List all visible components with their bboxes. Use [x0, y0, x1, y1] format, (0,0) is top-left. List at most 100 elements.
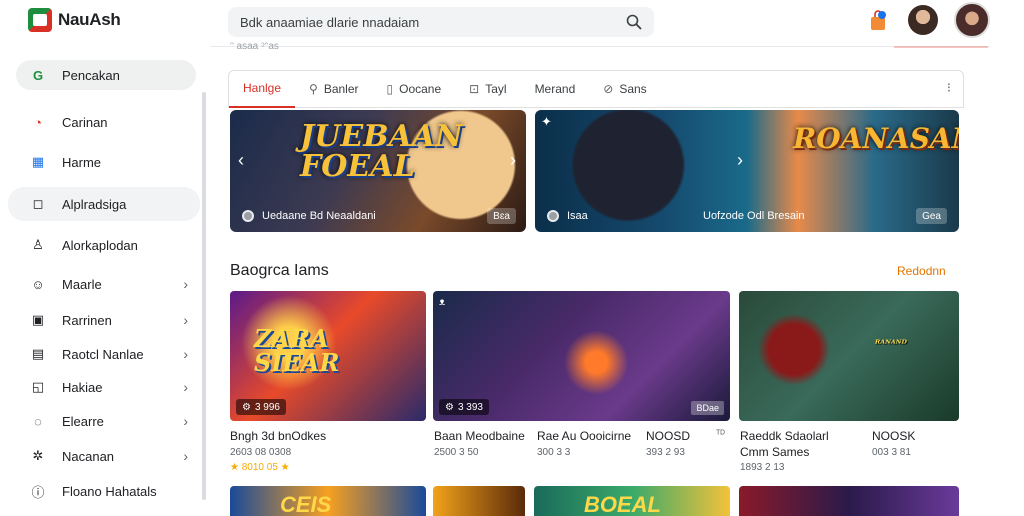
gear-icon: ⚙	[242, 401, 251, 413]
chart-icon: ◱	[31, 379, 45, 394]
card-badge: BDae	[691, 401, 724, 415]
featured-banner[interactable]: JUEBAAN FOEAL ‹ › Uedaane Bd Neaaldani B…	[230, 110, 526, 232]
gear-icon: ✲	[32, 448, 44, 463]
top-bar: NauAsh Bdk anaamiae dlarie nnadaiam	[0, 0, 1024, 46]
sidebar-item-hakiae[interactable]: ◱ Hakiae ›	[16, 372, 196, 402]
tab-merand[interactable]: Merand	[521, 70, 590, 108]
game-card[interactable]: ᴿᴬᴺᴬᴺᴰ	[739, 291, 959, 421]
box-icon: ⊡	[469, 82, 480, 96]
dot-icon	[242, 210, 254, 222]
breadcrumb: ᵔ asaa ᵓᵔas	[230, 41, 279, 52]
sidebar-item-maarle[interactable]: ☺ Maarle ›	[16, 269, 196, 299]
search-input[interactable]: Bdk anaamiae dlarie nnadaiam	[240, 15, 626, 30]
image-icon: ▣	[31, 312, 45, 327]
banner-title: JUEBAAN FOEAL	[300, 122, 463, 182]
card-title[interactable]: Rae Au Oooicirne	[537, 429, 631, 443]
search-icon: ⚲	[309, 82, 318, 96]
tab-label: Tayl	[485, 82, 507, 96]
tab-banler[interactable]: ⚲ Banler	[295, 70, 372, 108]
search-icon[interactable]	[626, 14, 642, 30]
card-title[interactable]: NOOSK	[872, 429, 915, 443]
see-more-link[interactable]: Redodnn	[897, 264, 946, 278]
tab-label: Banler	[323, 82, 359, 96]
sidebar-item-label: Nacanan	[62, 448, 115, 464]
sidebar-item-raotcl-nanlae[interactable]: ▤ Raotcl Nanlae ›	[16, 339, 196, 369]
gear-icon: ⚙	[445, 401, 454, 413]
card-tag-text: 3 393	[457, 401, 483, 413]
person-icon: ♙	[32, 237, 44, 252]
message-icon: ◻	[32, 196, 44, 211]
sidebar-item-alplradsiga[interactable]: ◻ Alplradsiga	[8, 187, 200, 221]
calendar-icon: ▤	[31, 346, 45, 361]
divider-accent	[894, 46, 988, 48]
chevron-left-icon[interactable]: ‹	[238, 150, 244, 171]
banner-title: ROANASAN	[793, 122, 959, 155]
app-name: NauAsh	[58, 10, 121, 29]
cart-badge	[878, 11, 886, 19]
globe-icon: ◌	[34, 413, 42, 429]
card-subtitle: 003 3 81	[872, 447, 911, 458]
chevron-right-icon[interactable]: ›	[183, 379, 188, 395]
sidebar-item-elearre[interactable]: ◌ Elearre ›	[16, 406, 196, 436]
chevron-right-icon[interactable]: ›	[183, 312, 188, 328]
game-card[interactable]: ZARA SIEAR ⚙ 3 996	[230, 291, 426, 421]
section-title: Baogrca Iams	[230, 262, 329, 279]
card-subtitle: 300 3 3	[537, 447, 571, 458]
tab-tayl[interactable]: ⊡ Tayl	[455, 70, 520, 108]
sidebar-item-nacanan[interactable]: ✲ Nacanan ›	[16, 441, 196, 471]
sidebar-item-floano-hahatals[interactable]: ⓘ Floano Hahatals	[16, 476, 196, 506]
banner-title-line2: FOEAL	[300, 149, 415, 184]
divider	[210, 46, 990, 47]
apps-icon: ▦	[31, 154, 45, 169]
chevron-right-icon[interactable]: ›	[183, 448, 188, 464]
card-title[interactable]: Raeddk Sdaolarl	[740, 429, 829, 443]
banner-caption-text: Uedaane Bd Neaaldani	[262, 210, 376, 222]
sidebar-item-harme[interactable]: ▦ Harme	[16, 147, 196, 177]
card-subtitle: 2500 3 50	[434, 447, 479, 458]
more-options-icon[interactable]: ⁝	[947, 80, 951, 96]
sidebar-item-label: Alplradsiga	[62, 196, 127, 212]
chevron-right-icon[interactable]: ›	[737, 150, 743, 171]
banner-badge: Gea	[916, 208, 947, 224]
banner-caption-text: Isaa	[567, 210, 588, 222]
card-art-line2: SIEAR	[254, 348, 340, 377]
game-card[interactable]: ᴥ ⚙ 3 393 BDae	[433, 291, 730, 421]
card-art-title: ZARA SIEAR	[254, 327, 339, 375]
dot-icon	[547, 210, 559, 222]
sidebar-item-label: Floano Hahatals	[62, 483, 157, 499]
card-top-label: ᴥ	[439, 297, 446, 308]
card-subtitle: 2603 08 0308	[230, 447, 292, 458]
sidebar-scrollbar[interactable]	[202, 92, 206, 500]
chevron-right-icon[interactable]: ›	[183, 346, 188, 362]
featured-banner[interactable]: ✦ › ROANASAN Isaa Uofzode Odl Bresain Ge…	[535, 110, 959, 232]
tab-label: Oocane	[399, 82, 442, 96]
chevron-right-icon[interactable]: ›	[183, 276, 188, 292]
sidebar-item-label: Harme	[62, 154, 102, 170]
chevron-right-icon[interactable]: ›	[510, 150, 516, 171]
card-subtitle: 393 2 93	[646, 447, 685, 458]
card-tag: ⚙ 3 393	[439, 399, 489, 415]
face-icon: ☺	[31, 276, 45, 292]
tab-label: Hanlge	[243, 81, 282, 95]
sidebar-item-carinan[interactable]: ◔ Carinan	[16, 107, 196, 137]
search-bar[interactable]: Bdk anaamiae dlarie nnadaiam	[228, 7, 654, 37]
sidebar-item-rarrinen[interactable]: ▣ Rarrinen ›	[16, 305, 196, 335]
tab-sans[interactable]: ⊘ Sans	[589, 70, 660, 108]
tab-hanlge[interactable]: Hanlge	[229, 70, 296, 108]
card-title[interactable]: NOOSD	[646, 429, 690, 443]
sidebar-item-label: Elearre	[62, 413, 104, 429]
sidebar-item-alorkaplodan[interactable]: ♙ Alorkaplodan	[16, 230, 196, 260]
tab-bar: Hanlge ⚲ Banler ▯ Oocane ⊡ Tayl Merand ⊘…	[228, 70, 964, 108]
profile-avatar[interactable]	[954, 2, 990, 38]
sidebar-item-pencakan[interactable]: G Pencakan	[16, 60, 196, 90]
card-subtitle: Cmm Sames	[740, 445, 810, 459]
tab-oocane[interactable]: ▯ Oocane	[373, 70, 456, 108]
card-art-title: BOEAL	[584, 492, 661, 516]
card-title[interactable]: Baan Meodbaine	[434, 429, 525, 443]
chevron-right-icon[interactable]: ›	[183, 413, 188, 429]
avatar[interactable]	[908, 5, 938, 35]
app-logo[interactable]: NauAsh	[28, 8, 121, 32]
card-extra: ᵀᴰ	[716, 429, 725, 440]
card-art-title: ᴿᴬᴺᴬᴺᴰ	[875, 339, 907, 350]
card-title[interactable]: Bngh 3d bnOdkes	[230, 429, 326, 443]
